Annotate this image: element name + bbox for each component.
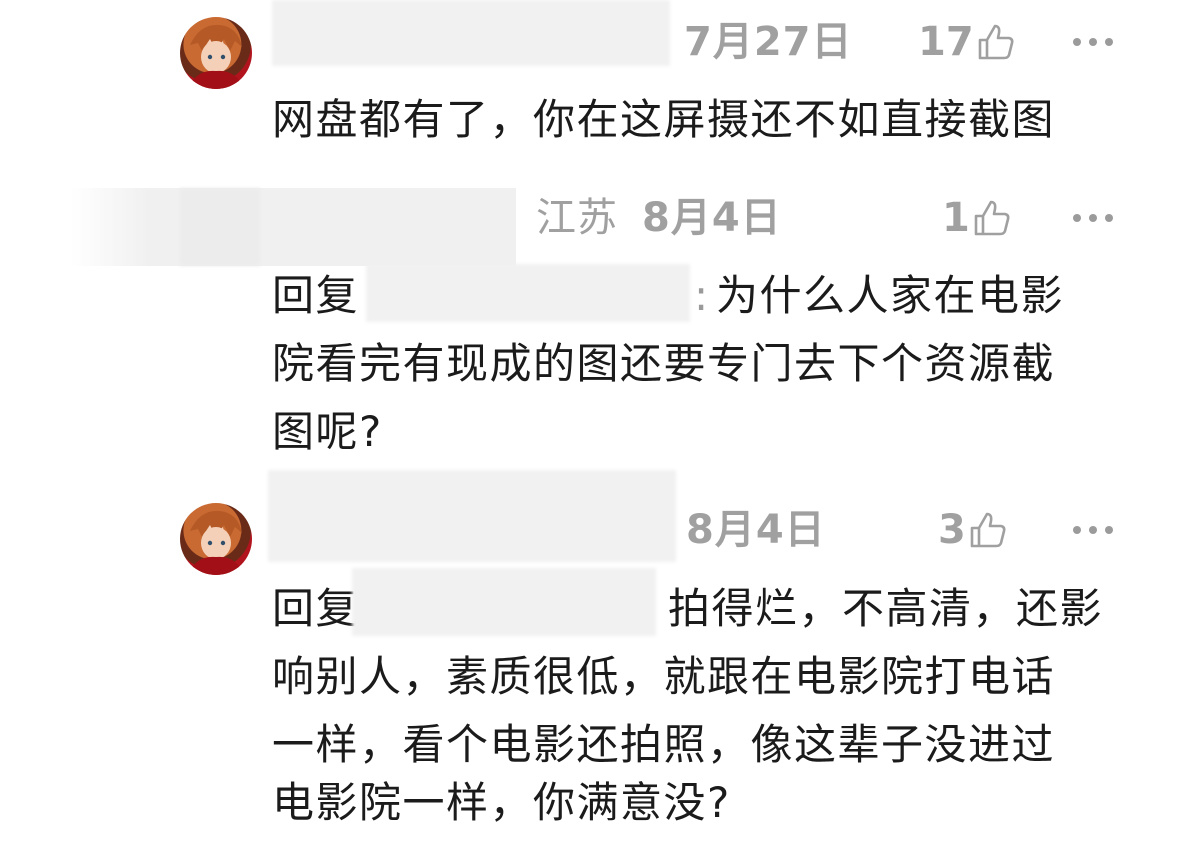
- thumbs-up-icon: [974, 200, 1010, 236]
- avatar-illustration: [188, 24, 244, 89]
- like-count: 3: [938, 507, 966, 553]
- reply-prefix: 回复: [272, 584, 360, 633]
- more-icon[interactable]: [1073, 214, 1113, 222]
- like-count: 17: [918, 19, 974, 65]
- avatar[interactable]: [180, 17, 252, 89]
- thumbs-up-icon: [970, 512, 1006, 548]
- comment-text-line: 图呢?: [272, 407, 383, 456]
- redacted-username: [272, 0, 670, 66]
- avatar-illustration: [188, 510, 244, 575]
- redacted-username: [268, 470, 676, 562]
- comment-date: 8月4日: [686, 507, 826, 553]
- comment-text-line: 响别人，素质很低，就跟在电影院打电话: [272, 652, 1056, 701]
- more-icon[interactable]: [1073, 38, 1113, 46]
- like-button[interactable]: 1: [942, 198, 1012, 238]
- comment-location: 江苏: [536, 195, 618, 241]
- reply-colon: :: [694, 271, 710, 320]
- comment-text-line: 院看完有现成的图还要专门去下个资源截: [272, 339, 1056, 388]
- comment-date: 8月4日: [642, 195, 782, 241]
- like-button[interactable]: 17: [918, 22, 1016, 62]
- comment-text: 网盘都有了，你在这屏摄还不如直接截图: [272, 95, 1056, 144]
- redacted-avatar: [180, 188, 260, 266]
- comment-text-line: 电影院一样，你满意没?: [272, 778, 731, 827]
- like-count: 1: [942, 195, 970, 241]
- redacted-reply-target: [366, 264, 690, 322]
- comment-text-line: 为什么人家在电影: [716, 271, 1065, 320]
- comment-date: 7月27日: [684, 19, 853, 65]
- thumbs-up-icon: [978, 24, 1014, 60]
- comment-text-line: 拍得烂，不高清，还影: [668, 584, 1104, 633]
- avatar[interactable]: [180, 503, 252, 575]
- redacted-reply-target: [352, 568, 656, 636]
- redacted-username: [70, 188, 516, 266]
- reply-prefix: 回复: [272, 271, 360, 320]
- more-icon[interactable]: [1073, 526, 1113, 534]
- like-button[interactable]: 3: [938, 510, 1008, 550]
